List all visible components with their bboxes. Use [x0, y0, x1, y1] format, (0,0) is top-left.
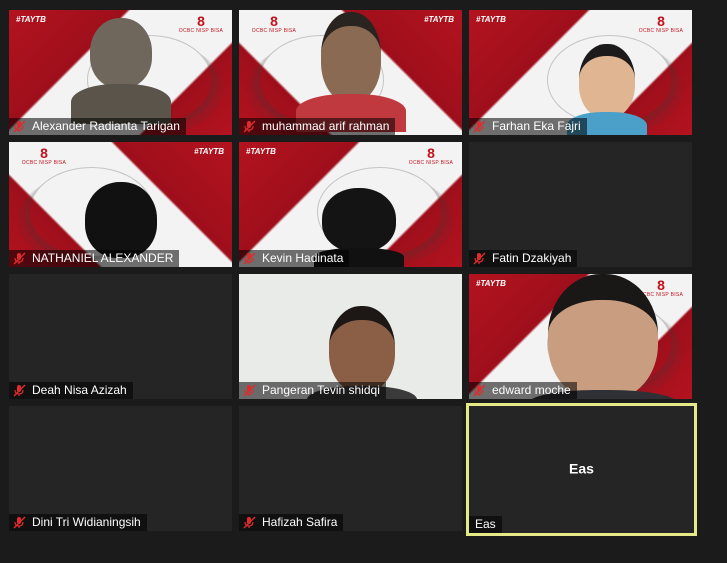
participant-name-label: edward moche	[469, 382, 577, 399]
participant-name-label: Alexander Radianta Tarigan	[9, 118, 186, 135]
participant-tile[interactable]: Hafizah Safira	[239, 406, 462, 531]
ocbc-logo: 8 OCBC NISP BISA	[251, 13, 297, 34]
participant-name: Farhan Eka Fajri	[492, 119, 581, 133]
participant-name: muhammad arif rahman	[262, 119, 390, 133]
participant-name-label: Hafizah Safira	[239, 514, 344, 531]
participant-name: Dini Tri Widianingsih	[32, 515, 141, 529]
participant-name-label: Kevin Hadinata	[239, 250, 350, 267]
mic-muted-icon	[12, 384, 27, 397]
mic-muted-icon	[242, 120, 257, 133]
participant-tile[interactable]: Fatin Dzakiyah	[469, 142, 692, 267]
mic-muted-icon	[472, 120, 487, 133]
participant-name-label: Eas	[469, 516, 502, 533]
brand-tag: #TAYTB	[246, 147, 276, 156]
participant-name: Fatin Dzakiyah	[492, 251, 572, 265]
mic-muted-icon	[242, 516, 257, 529]
participant-tile[interactable]: Pangeran Tevin shidqi	[239, 274, 462, 399]
mic-muted-icon	[12, 252, 27, 265]
brand-tag: #TAYTB	[194, 147, 224, 156]
brand-tag: #TAYTB	[476, 279, 506, 288]
participant-video	[70, 18, 171, 124]
ocbc-logo: 8 OCBC NISP BISA	[638, 13, 684, 34]
participant-tile[interactable]: Dini Tri Widianingsih	[9, 406, 232, 531]
participant-name-label: Deah Nisa Azizah	[9, 382, 133, 399]
participant-name: Kevin Hadinata	[262, 251, 344, 265]
participant-tile[interactable]: #TAYTB 8 OCBC NISP BISA muhammad arif rah…	[239, 10, 462, 135]
participant-name: Eas	[475, 517, 496, 531]
mic-muted-icon	[472, 252, 487, 265]
participant-tile[interactable]: #TAYTB 8 OCBC NISP BISA edward moche	[469, 274, 692, 399]
mic-muted-icon	[242, 252, 257, 265]
participant-tile[interactable]: #TAYTB 8 OCBC NISP BISA Kevin Hadinata	[239, 142, 462, 267]
participant-video	[527, 274, 678, 399]
participant-name: Hafizah Safira	[262, 515, 338, 529]
brand-tag: #TAYTB	[476, 15, 506, 24]
participant-name: Deah Nisa Azizah	[32, 383, 127, 397]
participant-name: edward moche	[492, 383, 571, 397]
participant-tile[interactable]: Deah Nisa Azizah	[9, 274, 232, 399]
participant-name-label: Dini Tri Widianingsih	[9, 514, 147, 531]
active-speaker-tile[interactable]: Eas Eas	[466, 403, 697, 536]
participant-name: Pangeran Tevin shidqi	[262, 383, 380, 397]
participant-name: Alexander Radianta Tarigan	[32, 119, 180, 133]
mic-muted-icon	[472, 384, 487, 397]
participant-name: NATHANIEL ALEXANDER	[32, 251, 174, 265]
participant-name-label: Fatin Dzakiyah	[469, 250, 578, 267]
participant-name-label: NATHANIEL ALEXANDER	[9, 250, 180, 267]
ocbc-logo: 8 OCBC NISP BISA	[178, 13, 224, 34]
mic-muted-icon	[242, 384, 257, 397]
brand-tag: #TAYTB	[424, 15, 454, 24]
mic-muted-icon	[12, 516, 27, 529]
participant-name-label: Farhan Eka Fajri	[469, 118, 587, 135]
participant-tile[interactable]: #TAYTB 8 OCBC NISP BISA NATHANIEL ALEXAND…	[9, 142, 232, 267]
mic-muted-icon	[12, 120, 27, 133]
ocbc-logo: 8 OCBC NISP BISA	[21, 145, 67, 166]
meeting-gallery-view: { "brand": { "tag": "#TAYTB", "logo_mark…	[0, 0, 727, 563]
participant-tile[interactable]: #TAYTB 8 OCBC NISP BISA Farhan Eka Fajri	[469, 10, 692, 135]
participant-name-label: Pangeran Tevin shidqi	[239, 382, 386, 399]
participant-video	[295, 12, 406, 132]
participant-name-label: muhammad arif rahman	[239, 118, 396, 135]
ocbc-logo: 8 OCBC NISP BISA	[408, 145, 454, 166]
participant-tile[interactable]: #TAYTB 8 OCBC NISP BISA Alexander Radiant…	[9, 10, 232, 135]
brand-tag: #TAYTB	[16, 15, 46, 24]
participant-video	[81, 182, 161, 258]
participant-center-name: Eas	[569, 459, 594, 476]
